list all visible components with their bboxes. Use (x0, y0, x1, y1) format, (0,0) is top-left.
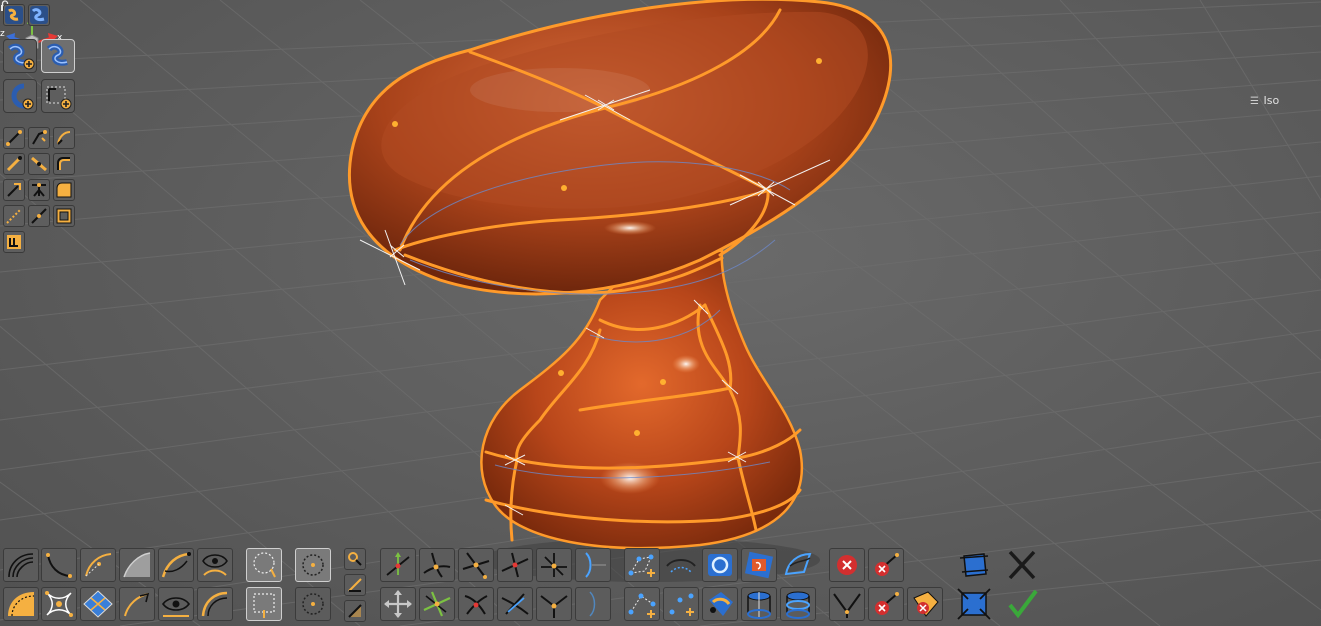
polyline-tool-icon[interactable] (28, 127, 50, 149)
menu-icon: ☰ (1250, 96, 1259, 107)
cylinder-patch-icon[interactable] (741, 587, 777, 621)
view-mode-menu[interactable]: ☰ Iso (1250, 94, 1279, 108)
circle-select-icon[interactable] (295, 548, 331, 582)
trim-curve-icon[interactable] (28, 179, 50, 201)
extend-curve-icon[interactable] (3, 179, 25, 201)
axis-z-label: z (0, 29, 5, 39)
shell-curve-icon[interactable] (197, 587, 233, 621)
face-select-icon[interactable] (344, 600, 366, 622)
eye-curve-icon[interactable] (197, 548, 233, 582)
split-curve-icon[interactable] (829, 587, 865, 621)
rotate-patch-icon[interactable] (702, 548, 738, 582)
dashed-curve-icon[interactable] (3, 205, 25, 227)
surface-select-icon[interactable] (41, 39, 75, 73)
corner-vertex-icon[interactable] (536, 587, 572, 621)
curve-arrow-icon[interactable] (119, 587, 155, 621)
rotate-vertex-icon[interactable] (458, 587, 494, 621)
flip-patch-icon[interactable] (663, 548, 699, 582)
move-gizmo-icon[interactable] (380, 587, 416, 621)
curve-edit-icon[interactable] (3, 153, 25, 175)
rect-select-icon[interactable] (246, 587, 282, 621)
surface-mode-icon[interactable] (3, 4, 25, 26)
join-vertex-icon[interactable] (536, 548, 572, 582)
dimension-box-icon[interactable] (956, 548, 992, 582)
point-network-icon[interactable] (624, 548, 660, 582)
add-curve-icon[interactable] (3, 79, 37, 113)
snap-grid-icon[interactable] (3, 231, 25, 253)
diamond-transform-icon[interactable] (80, 587, 116, 621)
add-surface-icon[interactable] (3, 39, 37, 73)
blue-dots-icon[interactable] (663, 587, 699, 621)
star-vertex-icon[interactable] (458, 548, 494, 582)
sphere-select-icon[interactable] (295, 587, 331, 621)
cylinder-ring-icon[interactable] (780, 587, 816, 621)
frame-box-icon[interactable] (956, 587, 992, 621)
view-mode-label: Iso (1263, 94, 1280, 107)
vertex-select-icon[interactable] (344, 548, 366, 570)
green-star-icon[interactable] (419, 587, 455, 621)
dots-network-icon[interactable] (624, 587, 660, 621)
move-vertex-icon[interactable] (380, 548, 416, 582)
arc-curve-icon[interactable] (41, 548, 77, 582)
3d-viewport[interactable]: y x z ☰ Iso (0, 0, 1321, 626)
arc-tool-icon[interactable] (53, 127, 75, 149)
star-points-icon[interactable] (41, 587, 77, 621)
split-vertex-icon[interactable] (497, 548, 533, 582)
connect-vertex-icon[interactable] (497, 587, 533, 621)
add-loop-icon[interactable] (41, 79, 75, 113)
lasso-select-icon[interactable] (246, 548, 282, 582)
tilt-patch-icon[interactable] (780, 548, 816, 582)
fill-patch-icon[interactable] (53, 179, 75, 201)
delete-point-icon[interactable] (868, 587, 904, 621)
fill-corner-icon[interactable] (3, 587, 39, 621)
scene-svg (0, 0, 1321, 626)
frame-surface-icon[interactable] (53, 205, 75, 227)
loft-curve-icon[interactable] (158, 548, 194, 582)
fillet-tool-icon[interactable] (53, 153, 75, 175)
edge-select-icon[interactable] (344, 574, 366, 596)
cross-vertex-icon[interactable] (419, 548, 455, 582)
blend-surface-icon[interactable] (28, 4, 50, 26)
eye-hide-icon[interactable] (158, 587, 194, 621)
project-curve-icon[interactable] (28, 205, 50, 227)
spline-tool-icon[interactable] (28, 153, 50, 175)
delete-patch-icon[interactable] (907, 587, 943, 621)
face-patch-icon[interactable] (741, 548, 777, 582)
bracket-icon[interactable] (575, 548, 611, 582)
lens-patch-icon[interactable] (702, 587, 738, 621)
hatch-curve-icon[interactable] (3, 548, 39, 582)
line-tool-icon[interactable] (3, 127, 25, 149)
bracket-disabled-icon[interactable] (575, 587, 611, 621)
bezier-curve-icon[interactable] (80, 548, 116, 582)
sweep-surface-icon[interactable] (119, 548, 155, 582)
delete-circle-icon[interactable] (829, 548, 865, 582)
cancel-icon[interactable] (1004, 548, 1040, 582)
confirm-icon[interactable] (1004, 587, 1040, 621)
delete-curve-icon[interactable] (868, 548, 904, 582)
